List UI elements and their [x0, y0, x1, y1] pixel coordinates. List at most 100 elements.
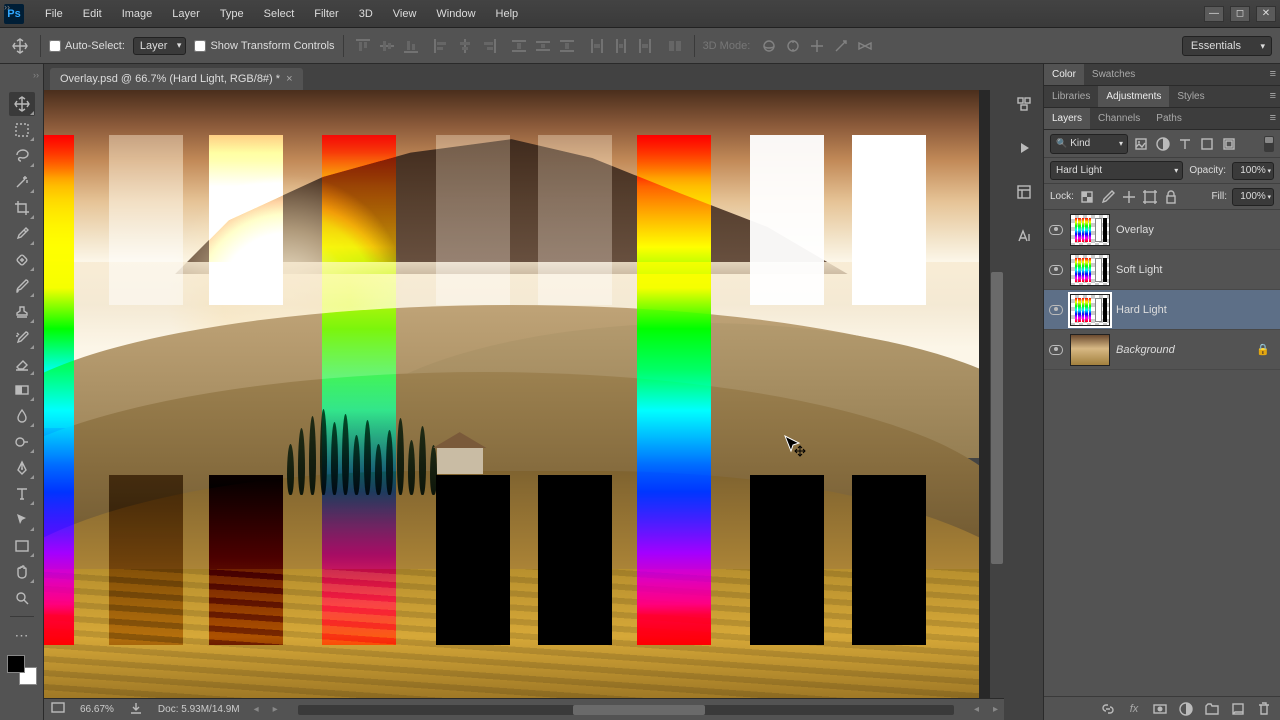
- horizontal-scroll-thumb[interactable]: [573, 705, 704, 715]
- layers-tab[interactable]: Layers: [1044, 108, 1090, 129]
- hand-tool[interactable]: [9, 560, 35, 584]
- lock-position-icon[interactable]: [1121, 189, 1137, 205]
- close-button[interactable]: ✕: [1256, 6, 1276, 22]
- layer-style-icon[interactable]: fx: [1126, 701, 1142, 717]
- zoom-tool[interactable]: [9, 586, 35, 610]
- menu-filter[interactable]: Filter: [305, 4, 347, 24]
- dock-collapse-icon[interactable]: ‹‹: [4, 2, 10, 12]
- status-next2-icon[interactable]: ▸: [993, 704, 998, 715]
- actions-panel-icon[interactable]: [1012, 136, 1036, 160]
- fill-field[interactable]: 100%: [1232, 188, 1274, 206]
- opacity-field[interactable]: 100%: [1232, 162, 1274, 180]
- menu-edit[interactable]: Edit: [74, 4, 111, 24]
- status-prev-icon[interactable]: ◂: [254, 704, 259, 715]
- dodge-tool[interactable]: [9, 430, 35, 454]
- gradient-tool[interactable]: [9, 378, 35, 402]
- layer-visibility-toggle[interactable]: [1048, 225, 1064, 235]
- panel-menu-icon[interactable]: ≡: [1270, 68, 1276, 80]
- layer-row[interactable]: Hard Light: [1044, 290, 1280, 330]
- group-icon[interactable]: [1204, 701, 1220, 717]
- layer-thumbnail[interactable]: [1070, 254, 1110, 286]
- align-vcenter-icon[interactable]: [376, 35, 398, 57]
- align-left-icon[interactable]: [430, 35, 452, 57]
- magic-wand-tool[interactable]: [9, 170, 35, 194]
- adjustment-layer-icon[interactable]: [1178, 701, 1194, 717]
- blend-mode-select[interactable]: Hard Light: [1050, 161, 1183, 180]
- menu-type[interactable]: Type: [211, 4, 253, 24]
- layer-filter-kind[interactable]: Kind: [1050, 134, 1128, 154]
- minimize-button[interactable]: —: [1204, 6, 1224, 22]
- dist-top-icon[interactable]: [508, 35, 530, 57]
- layer-visibility-toggle[interactable]: [1048, 265, 1064, 275]
- layer-mask-icon[interactable]: [1152, 701, 1168, 717]
- history-brush-tool[interactable]: [9, 326, 35, 350]
- paths-tab[interactable]: Paths: [1148, 108, 1190, 129]
- filter-adjust-icon[interactable]: [1154, 135, 1172, 153]
- path-select-tool[interactable]: [9, 508, 35, 532]
- dist-bottom-icon[interactable]: [556, 35, 578, 57]
- lock-artboard-icon[interactable]: [1142, 189, 1158, 205]
- brush-tool[interactable]: [9, 274, 35, 298]
- type-tool[interactable]: [9, 482, 35, 506]
- history-panel-icon[interactable]: [1012, 92, 1036, 116]
- blur-tool[interactable]: [9, 404, 35, 428]
- swatches-tab[interactable]: Swatches: [1084, 64, 1143, 85]
- dist-hcenter-icon[interactable]: [610, 35, 632, 57]
- layer-name[interactable]: Background: [1116, 344, 1250, 356]
- layer-name[interactable]: Hard Light: [1116, 304, 1276, 316]
- lock-pixels-icon[interactable]: [1100, 189, 1116, 205]
- eraser-tool[interactable]: [9, 352, 35, 376]
- maximize-button[interactable]: ◻: [1230, 6, 1250, 22]
- lock-trans-icon[interactable]: [1079, 189, 1095, 205]
- move-tool[interactable]: [9, 92, 35, 116]
- layer-name[interactable]: Soft Light: [1116, 264, 1276, 276]
- vertical-scroll-thumb[interactable]: [991, 272, 1003, 564]
- layer-thumbnail[interactable]: [1070, 214, 1110, 246]
- menu-view[interactable]: View: [384, 4, 426, 24]
- color-swatches[interactable]: [7, 655, 37, 685]
- show-transform-box[interactable]: [194, 40, 206, 52]
- libraries-tab[interactable]: Libraries: [1044, 86, 1098, 107]
- filter-shape-icon[interactable]: [1198, 135, 1216, 153]
- rectangle-tool[interactable]: [9, 534, 35, 558]
- lasso-tool[interactable]: [9, 144, 35, 168]
- layer-thumbnail[interactable]: [1070, 294, 1110, 326]
- marquee-tool[interactable]: [9, 118, 35, 142]
- export-icon[interactable]: [128, 700, 144, 719]
- layer-row[interactable]: Background 🔒: [1044, 330, 1280, 370]
- edit-toolbar-icon[interactable]: ⋯: [9, 623, 35, 647]
- styles-tab[interactable]: Styles: [1169, 86, 1212, 107]
- panel-menu-icon[interactable]: ≡: [1270, 112, 1276, 124]
- layer-row[interactable]: Soft Light: [1044, 250, 1280, 290]
- filter-smart-icon[interactable]: [1220, 135, 1238, 153]
- auto-select-checkbox[interactable]: Auto-Select:: [49, 40, 125, 52]
- show-transform-checkbox[interactable]: Show Transform Controls: [194, 40, 334, 52]
- dist-vcenter-icon[interactable]: [532, 35, 554, 57]
- menu-image[interactable]: Image: [113, 4, 162, 24]
- adjustments-tab[interactable]: Adjustments: [1098, 86, 1169, 107]
- menu-window[interactable]: Window: [427, 4, 484, 24]
- workspace-switcher[interactable]: Essentials: [1182, 36, 1272, 56]
- status-prev2-icon[interactable]: ◂: [974, 704, 979, 715]
- filter-toggle[interactable]: [1264, 136, 1274, 152]
- menu-3d[interactable]: 3D: [350, 4, 382, 24]
- layer-row[interactable]: Overlay: [1044, 210, 1280, 250]
- vertical-scrollbar[interactable]: [990, 90, 1004, 698]
- layer-name[interactable]: Overlay: [1116, 224, 1276, 236]
- link-layers-icon[interactable]: [1100, 701, 1116, 717]
- document-tab-close-icon[interactable]: ×: [286, 73, 292, 85]
- toolbar-collapse-icon[interactable]: ››: [33, 70, 39, 80]
- eyedropper-tool[interactable]: [9, 222, 35, 246]
- canvas-viewport[interactable]: [44, 90, 1004, 698]
- align-top-icon[interactable]: [352, 35, 374, 57]
- align-hcenter-icon[interactable]: [454, 35, 476, 57]
- panel-menu-icon[interactable]: ≡: [1270, 90, 1276, 102]
- layer-visibility-toggle[interactable]: [1048, 345, 1064, 355]
- horizontal-scrollbar[interactable]: [298, 705, 954, 715]
- doc-size[interactable]: Doc: 5.93M/14.9M: [158, 704, 240, 715]
- properties-panel-icon[interactable]: [1012, 180, 1036, 204]
- crop-tool[interactable]: [9, 196, 35, 220]
- dist-left-icon[interactable]: [586, 35, 608, 57]
- healing-tool[interactable]: [9, 248, 35, 272]
- status-next-icon[interactable]: ▸: [273, 704, 278, 715]
